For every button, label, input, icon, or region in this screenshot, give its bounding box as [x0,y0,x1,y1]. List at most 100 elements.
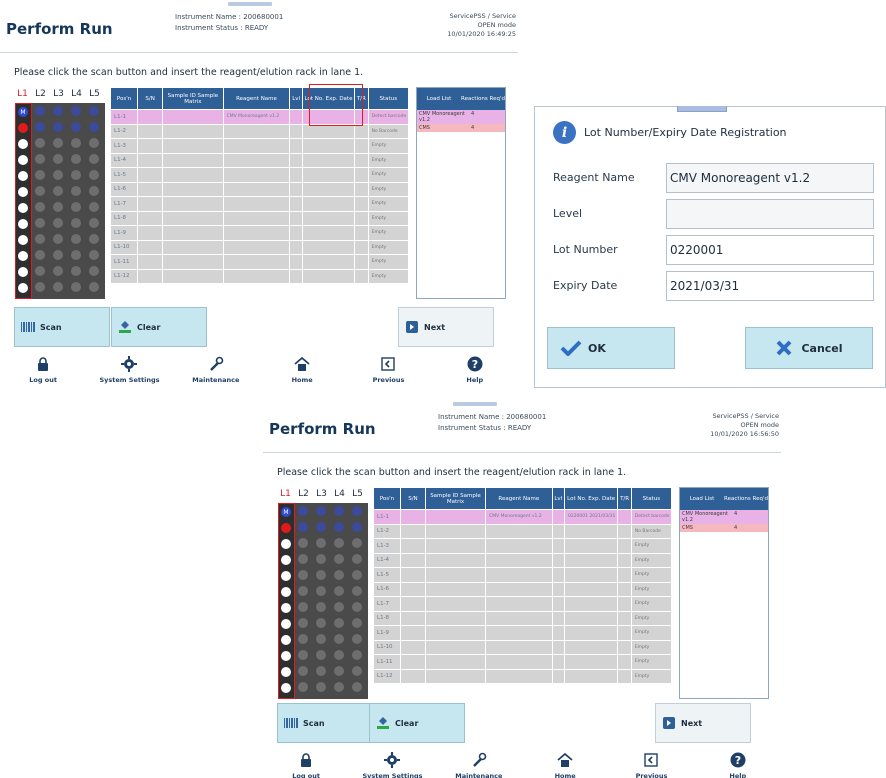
table-row[interactable]: L1-5 Empty [109,167,410,183]
toolbar-maintenance-button[interactable]: Maintenance [178,356,253,384]
load-list-item[interactable]: CMV Monoreagent v1.2 4 [680,510,768,524]
cell-lot-exp [563,552,619,568]
rack-lane[interactable] [314,503,331,699]
load-list-item[interactable]: CMV Monoreagent v1.2 4 [417,110,505,124]
toolbar-maintenance-button[interactable]: Maintenance [441,752,516,778]
table-row[interactable]: L1-9 Empty [373,625,673,641]
toolbar-previous-button[interactable]: Previous [351,356,426,384]
next-button[interactable]: Next [655,703,751,743]
rack-lane[interactable] [332,503,349,699]
cancel-button[interactable]: Cancel [745,327,873,369]
lane-tab-l3[interactable]: L3 [51,89,66,101]
toolbar-system-settings-button[interactable]: System Settings [355,752,430,778]
table-row[interactable]: L1-7 Empty [373,596,673,612]
rack-lane[interactable] [350,503,367,699]
level-label: Level [553,207,583,220]
cell-level [289,109,303,125]
cell-sample-id [424,639,487,655]
cell-lot-exp [563,567,619,583]
cell-sn [399,552,426,568]
gear-icon [384,752,401,772]
table-row[interactable]: L1-4 Empty [109,152,410,168]
lane-tab-l3[interactable]: L3 [314,489,329,501]
lane-tab-l4[interactable]: L4 [332,489,347,501]
cell-level [289,167,303,183]
lane-tab-l1[interactable]: L1 [278,489,293,501]
table-row[interactable]: L1-11 Empty [109,254,410,270]
scan-button[interactable]: Scan [14,307,110,347]
cell-reagent-name [485,581,553,597]
tube-slot [53,266,63,276]
table-row[interactable]: L1-9 Empty [109,225,410,241]
table-row[interactable]: L1-6 Empty [109,181,410,197]
close-icon [775,339,793,357]
cell-reagent-name [222,138,291,154]
scan-button[interactable]: Scan [277,703,373,743]
table-row[interactable]: L1-11 Empty [373,654,673,670]
level-field[interactable] [666,199,874,229]
cell-position: L1-8 [373,610,401,626]
rack-lane[interactable] [87,103,104,299]
toolbar-home-button[interactable]: Home [528,752,603,778]
table-row[interactable]: L1-6 Empty [373,581,673,597]
lane-tab-l5[interactable]: L5 [350,489,365,501]
toolbar-previous-button[interactable]: Previous [614,752,689,778]
lane-tab-l1[interactable]: L1 [15,89,30,101]
tube-slot [18,139,28,149]
col-status: Status [367,87,410,110]
rack-lane[interactable] [296,503,313,699]
rack-lane[interactable] [33,103,50,299]
table-row[interactable]: L1-5 Empty [373,567,673,583]
lane-tab-l5[interactable]: L5 [87,89,102,101]
mode-label: OPEN mode [740,421,779,429]
table-row[interactable]: L1-12 Empty [373,668,673,684]
table-row[interactable]: L1-3 Empty [373,538,673,554]
rack-lane[interactable]: M [15,103,32,299]
table-row[interactable]: L1-8 Empty [109,210,410,226]
lane-tab-l2[interactable]: L2 [296,489,311,501]
toolbar-help-button[interactable]: ? Help [700,752,775,778]
clear-button[interactable]: Clear [369,703,465,743]
toolbar-home-button[interactable]: Home [265,356,340,384]
table-row[interactable]: L1-7 Empty [109,196,410,212]
toolbar-log-out-button[interactable]: Log out [269,752,344,778]
perform-run-screen-after: Perform Run Instrument Name : 200680001 … [263,400,781,778]
table-row[interactable]: L1-3 Empty [109,138,410,154]
table-row[interactable]: L1-12 Empty [109,268,410,284]
table-row[interactable]: L1-1 CMV Monoreagent v1.2 Detect barcode [109,109,410,125]
toolbar-help-button[interactable]: ? Help [437,356,512,384]
rack-lane[interactable] [51,103,68,299]
info-icon: i [553,121,576,144]
cell-sample-id [424,610,487,626]
gear-icon [121,356,138,376]
table-row[interactable]: L1-1 CMV Monoreagent v1.2 0220001 2021/03/… [373,509,673,525]
rack-lane[interactable]: M [278,503,295,699]
table-row[interactable]: L1-2 No Barcode [373,523,673,539]
toolbar-system-settings-button[interactable]: System Settings [92,356,167,384]
lot-number-field[interactable]: 0220001 [666,235,874,265]
table-row[interactable]: L1-10 Empty [373,639,673,655]
cell-lot-exp [301,268,356,284]
load-list-item[interactable]: CMS 4 [680,524,768,532]
cell-sn [399,523,426,539]
lane-tab-l4[interactable]: L4 [69,89,84,101]
ok-button[interactable]: OK [547,327,675,369]
table-row[interactable]: L1-8 Empty [373,610,673,626]
clear-button[interactable]: Clear [111,307,207,347]
toolbar-log-out-button[interactable]: Log out [6,356,81,384]
load-list-item[interactable]: CMS 4 [417,124,505,132]
col-level: Lvl [551,487,565,510]
table-row[interactable]: L1-2 No Barcode [109,123,410,139]
rack-lane[interactable] [69,103,86,299]
table-row[interactable]: L1-4 Empty [373,552,673,568]
next-button[interactable]: Next [398,307,494,347]
scan-icon [21,321,35,333]
cell-position: L1-10 [109,239,139,255]
table-row[interactable]: L1-10 Empty [109,239,410,255]
cell-tr [617,668,632,684]
tube-slot [89,202,99,212]
cell-sn [399,668,426,684]
clear-icon [118,321,132,333]
lane-tab-l2[interactable]: L2 [33,89,48,101]
expiry-date-field[interactable]: 2021/03/31 [666,271,874,301]
